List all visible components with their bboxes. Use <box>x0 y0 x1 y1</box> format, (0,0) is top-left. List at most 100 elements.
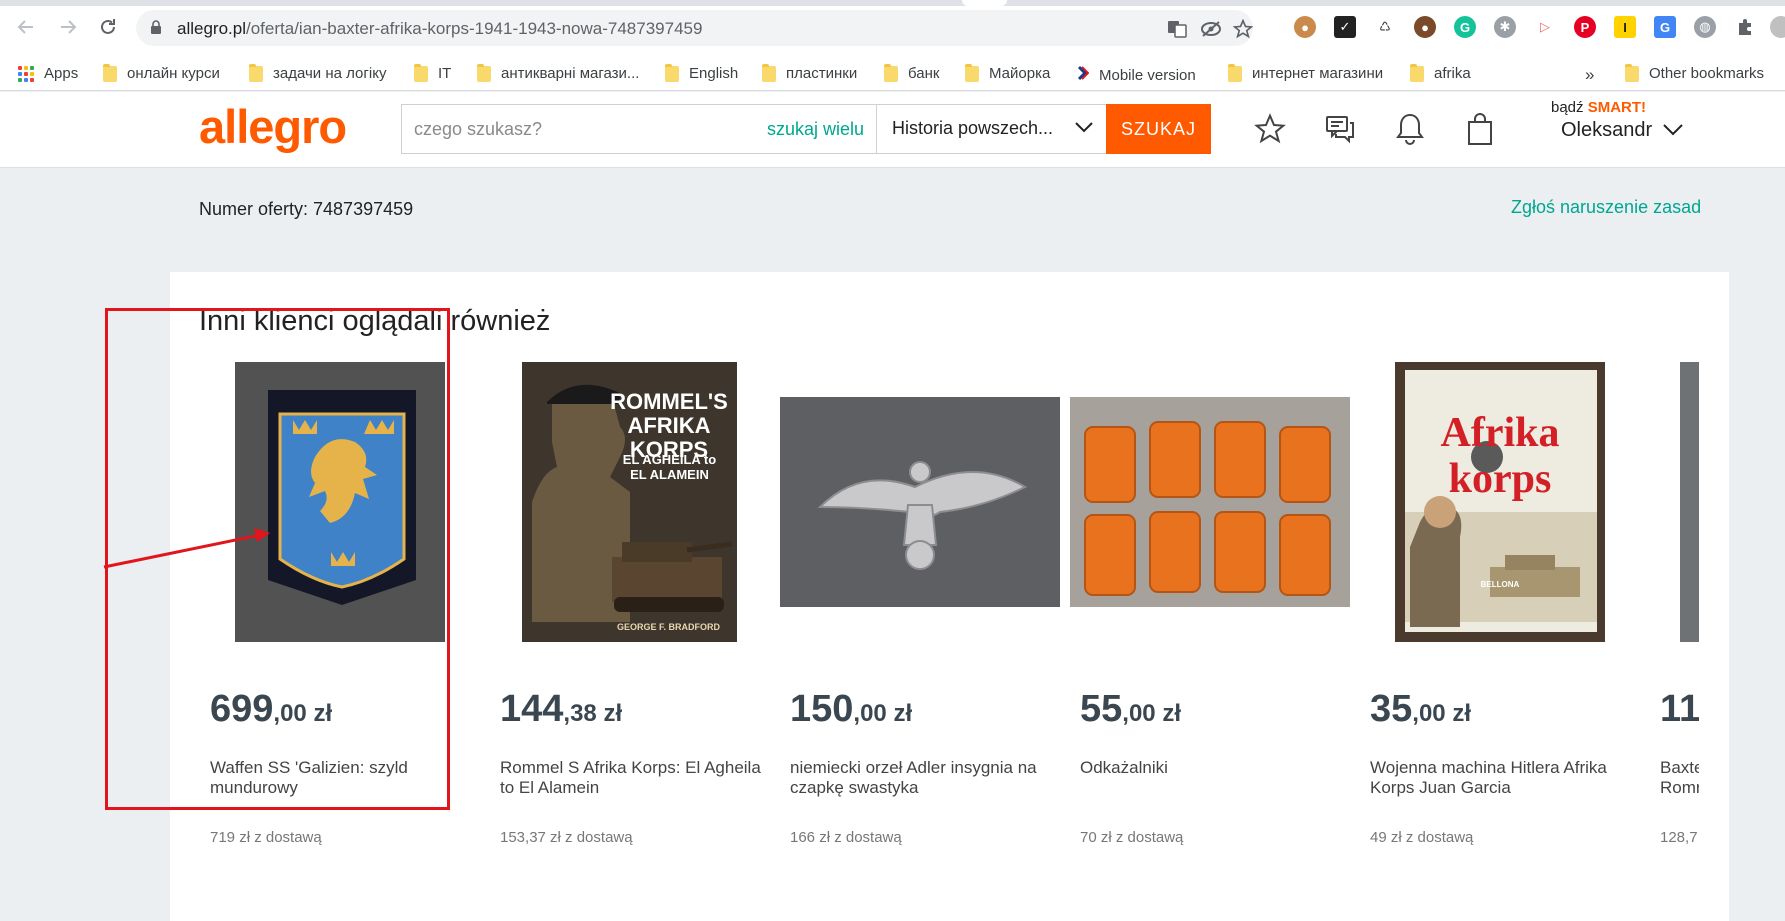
product-image-canteens[interactable] <box>1070 397 1350 607</box>
smart-promo[interactable]: bądź SMART! <box>1551 99 1646 116</box>
offer-number: Numer oferty: 7487397459 <box>199 199 414 219</box>
lock-icon <box>150 20 162 40</box>
bookmark-label: интернет магазини <box>1252 65 1384 82</box>
messages-icon[interactable] <box>1323 112 1357 146</box>
product-image-rommel-book[interactable]: ROMMEL'S AFRIKA KORPS EL AGHEILA to EL A… <box>522 362 737 642</box>
bookmark-label: afrika <box>1434 65 1471 82</box>
grammarly-extension-icon[interactable]: G <box>1454 16 1476 38</box>
product-title[interactable]: Odkażalniki <box>1080 758 1350 778</box>
product-title: Baxte Romr <box>1660 758 1699 797</box>
recycle-extension-icon[interactable]: ♺ <box>1374 16 1396 38</box>
search-multiple-link[interactable]: szukaj wielu <box>767 119 864 140</box>
globe-extension-icon[interactable]: ◍ <box>1694 16 1716 38</box>
search-input[interactable]: czego szukasz? <box>414 119 542 140</box>
product-price: 144,38 zł <box>500 688 623 730</box>
profile-avatar-icon[interactable] <box>1770 16 1785 38</box>
folder-icon <box>762 63 776 82</box>
folder-icon <box>884 63 898 82</box>
bookmark-logic-tasks[interactable]: задачи на логіку <box>249 63 387 82</box>
bookmark-apps[interactable]: Apps <box>18 65 78 82</box>
tab-strip <box>0 0 1785 6</box>
product-image-partial <box>1680 362 1699 642</box>
bookmark-label: задачи на логіку <box>273 65 387 82</box>
bookmark-online-courses[interactable]: онлайн курси <box>103 63 220 82</box>
folder-icon <box>1625 63 1639 82</box>
product-shipping: 49 zł z dostawą <box>1370 829 1474 846</box>
watchlist-star-icon[interactable] <box>1253 112 1287 146</box>
product-shipping: 70 zł z dostawą <box>1080 829 1184 846</box>
mobile-version-icon <box>1077 65 1090 85</box>
translate-icon[interactable] <box>1166 18 1188 40</box>
book-cover-publisher: BELLONA <box>1480 580 1520 589</box>
puzzle-extensions-icon[interactable] <box>1734 16 1756 38</box>
bookmarks-bar: Apps онлайн курси задачи на логіку IT ан… <box>0 57 1785 91</box>
product-price: 55,00 zł <box>1080 688 1181 730</box>
category-select-value: Historia powszech... <box>892 118 1054 138</box>
cookie-extension-icon[interactable]: ● <box>1294 16 1316 38</box>
bookmark-records[interactable]: пластинки <box>762 63 858 82</box>
bookmark-mallorca[interactable]: Майорка <box>965 63 1051 82</box>
folder-icon <box>477 63 491 82</box>
search-button[interactable]: SZUKAJ <box>1106 104 1211 154</box>
bookmark-label: Apps <box>44 65 79 82</box>
browser-toolbar: allegro.pl/oferta/ian-baxter-afrika-korp… <box>0 0 1785 57</box>
bookmark-antique-shops[interactable]: антикварні магази... <box>477 63 640 82</box>
video-extension-icon[interactable]: ▷ <box>1534 16 1556 38</box>
arrow-annotation-icon <box>103 528 270 569</box>
category-select[interactable]: Historia powszech... <box>876 104 1108 154</box>
allegro-logo[interactable]: allegro <box>199 99 347 154</box>
product-shipping: 128,7 <box>1660 829 1698 846</box>
bookmarks-more-button[interactable]: » <box>1585 65 1594 85</box>
pinterest-extension-icon[interactable]: P <box>1574 16 1596 38</box>
bookmark-online-stores[interactable]: интернет магазини <box>1228 63 1384 82</box>
product-price: 35,00 zł <box>1370 688 1471 730</box>
google-translate-extension-icon[interactable]: G <box>1654 16 1676 38</box>
avatar-extension-icon[interactable]: ● <box>1414 16 1436 38</box>
notifications-bell-icon[interactable] <box>1393 112 1427 146</box>
book-cover-subtitle: EL AGHEILA to EL ALAMEIN <box>622 452 717 482</box>
reload-icon[interactable] <box>92 11 124 43</box>
folder-icon <box>965 63 979 82</box>
user-menu-name[interactable]: Oleksandr <box>1561 119 1652 142</box>
product-price: 150,00 zł <box>790 688 913 730</box>
product-shipping: 153,37 zł z dostawą <box>500 829 633 846</box>
book-cover-author: GEORGE F. BRADFORD <box>616 622 720 632</box>
text-extension-icon[interactable]: I <box>1614 16 1636 38</box>
folder-icon <box>665 63 679 82</box>
eye-hidden-icon[interactable] <box>1200 18 1222 40</box>
bookmark-other-bookmarks[interactable]: Other bookmarks <box>1625 63 1764 82</box>
bookmark-it[interactable]: IT <box>414 63 451 82</box>
product-title[interactable]: Rommel S Afrika Korps: El Agheila to El … <box>500 758 770 798</box>
bookmark-label: Майорка <box>989 65 1051 82</box>
bookmark-label: антикварні магази... <box>501 65 640 82</box>
bookmark-label: English <box>689 65 739 82</box>
product-image-eagle[interactable] <box>780 397 1060 607</box>
bookmark-label: Mobile version <box>1099 66 1196 84</box>
bookmark-english[interactable]: English <box>665 63 739 82</box>
product-card-clipped-text[interactable]: 11 Baxte Romr 128,7 <box>1660 680 1699 860</box>
product-image-afrika-korps-book[interactable]: Afrika korps BELLONA <box>1395 362 1605 642</box>
bookmark-bank[interactable]: банк <box>884 63 939 82</box>
product-title[interactable]: niemiecki orzeł Adler insygnia na czapkę… <box>790 758 1060 798</box>
bookmark-label: пластинки <box>786 65 858 82</box>
bookmark-afrika[interactable]: afrika <box>1410 63 1471 82</box>
chevron-down-icon <box>1074 120 1094 139</box>
product-price: 11 <box>1660 688 1699 730</box>
bookmark-star-icon[interactable] <box>1232 18 1254 40</box>
apps-grid-icon <box>18 65 34 82</box>
bookmark-mobile-version[interactable]: Mobile version <box>1077 65 1196 85</box>
product-title[interactable]: Wojenna machina Hitlera Afrika Korps Jua… <box>1370 758 1640 798</box>
url-text[interactable]: allegro.pl/oferta/ian-baxter-afrika-korp… <box>177 19 702 39</box>
forward-arrow-icon[interactable] <box>52 11 84 43</box>
report-violation-link[interactable]: Zgłoś naruszenie zasad <box>1511 197 1701 218</box>
folder-icon <box>103 63 117 82</box>
chevron-down-icon[interactable] <box>1662 122 1684 143</box>
shopping-bag-icon[interactable] <box>1463 112 1497 146</box>
address-bar[interactable]: allegro.pl/oferta/ian-baxter-afrika-korp… <box>136 10 1253 46</box>
gear-extension-icon[interactable]: ✱ <box>1494 16 1516 38</box>
product-shipping: 166 zł z dostawą <box>790 829 902 846</box>
todo-extension-icon[interactable]: ✓ <box>1334 16 1356 38</box>
back-arrow-icon[interactable] <box>10 11 42 43</box>
bookmark-label: онлайн курси <box>127 65 220 82</box>
search-bar: czego szukasz? szukaj wielu Historia pow… <box>401 104 1107 154</box>
